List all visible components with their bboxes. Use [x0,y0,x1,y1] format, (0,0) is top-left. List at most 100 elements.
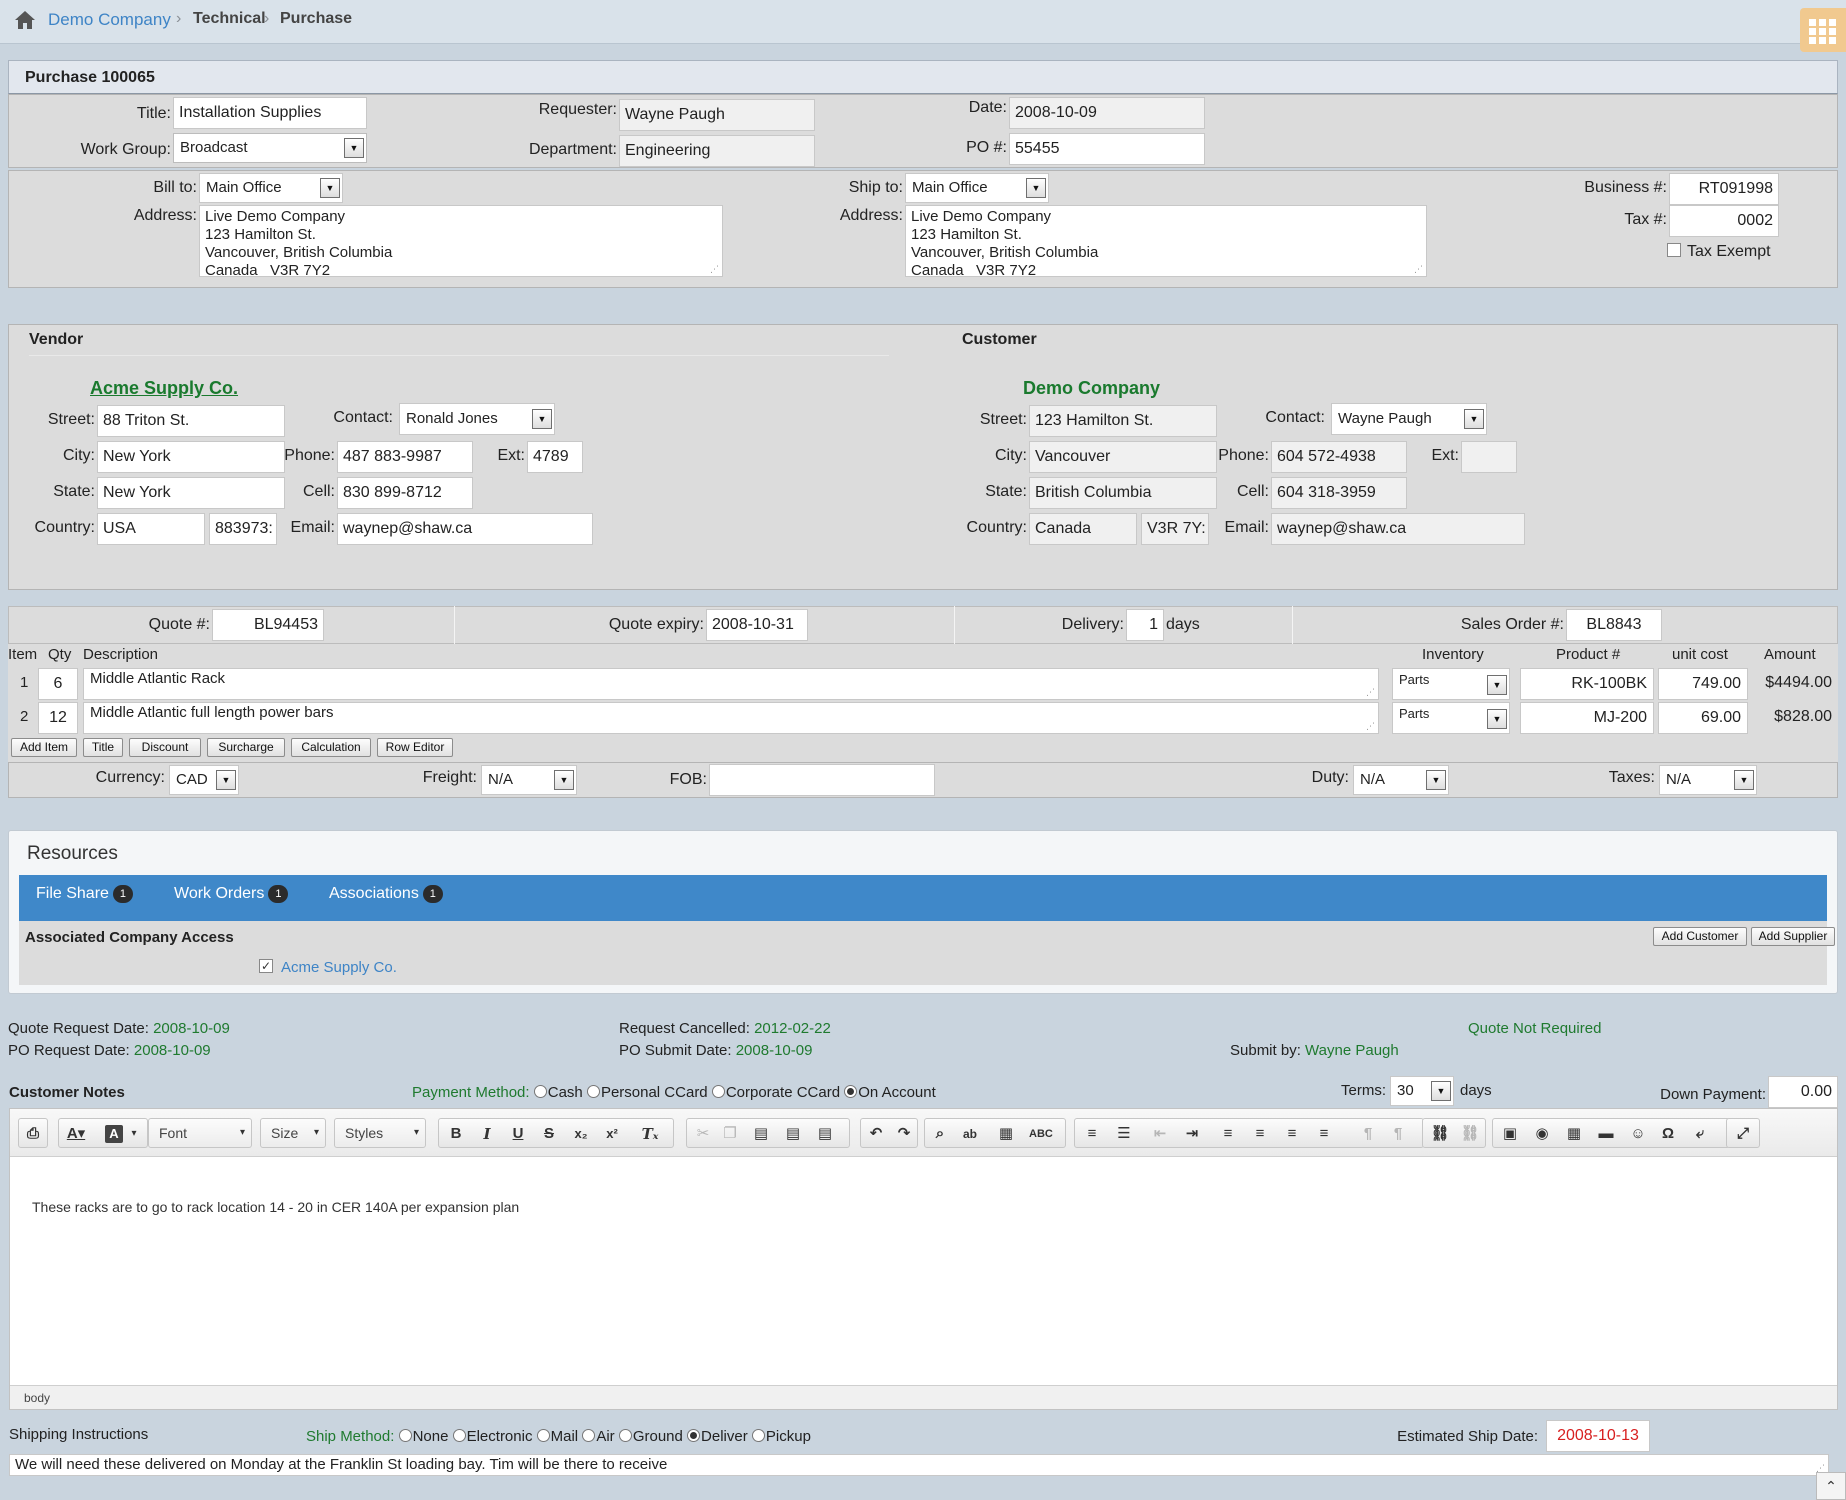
quote-number-input[interactable]: BL94453 [212,609,324,641]
ship-deliver-radio[interactable] [687,1429,701,1442]
table-row[interactable]: 1 6 Middle Atlantic Rack ⋰ Parts ▼ RK-10… [8,666,1838,700]
paste-icon[interactable]: ▤ [750,1123,772,1145]
customer-contact-select[interactable]: Wayne Paugh ▼ [1331,403,1487,435]
indent-icon[interactable]: ⇥ [1181,1123,1203,1145]
chevron-down-icon[interactable]: ▼ [1026,178,1046,198]
notes-body-text[interactable]: These racks are to go to rack location 1… [32,1199,519,1215]
chevron-down-icon[interactable]: ▼ [1734,770,1754,790]
paste-text-icon[interactable]: ▤ [782,1123,804,1145]
payment-personal-ccard-radio[interactable] [586,1085,600,1098]
payment-cash-radio[interactable] [533,1085,547,1098]
business-number-input[interactable]: RT091998 [1669,173,1779,205]
resize-grip-icon[interactable]: ⋰ [1366,687,1376,697]
tax-exempt-checkbox[interactable] [1667,243,1681,257]
chevron-down-icon[interactable]: ▼ [1464,409,1484,429]
add-item-button[interactable]: Add Item [11,738,77,757]
underline-icon[interactable]: U [507,1123,529,1145]
justify-icon[interactable]: ≡ [1313,1123,1335,1145]
apps-grid-button[interactable] [1800,8,1846,52]
description-textarea[interactable]: Middle Atlantic Rack ⋰ [83,668,1379,700]
date-field[interactable]: 2008-10-09 [1009,97,1205,129]
vendor-phone-input[interactable]: 487 883-9987 [337,441,473,473]
company-access-link[interactable]: Acme Supply Co. [281,959,397,976]
horizontal-rule-icon[interactable]: ▬ [1595,1123,1617,1145]
unit-cost-input[interactable]: 69.00 [1658,702,1748,734]
strikethrough-icon[interactable]: S [538,1123,560,1145]
workgroup-select[interactable]: Broadcast ▼ [173,133,367,163]
flash-icon[interactable]: ◉ [1531,1123,1553,1145]
spellcheck-icon[interactable]: ABC [1029,1123,1053,1145]
remove-format-icon[interactable]: Tₓ [639,1123,661,1145]
chevron-down-icon[interactable]: ▼ [532,409,552,429]
vendor-cell-input[interactable]: 830 899-8712 [337,477,473,509]
table-icon[interactable]: ▦ [1563,1123,1585,1145]
calculation-button[interactable]: Calculation [291,738,371,757]
bulleted-list-icon[interactable]: ☰ [1113,1123,1135,1145]
ship-none-radio[interactable] [398,1429,412,1442]
currency-select[interactable]: CAD ▼ [169,765,239,795]
tab-file-share[interactable]: File Share 1 [36,885,133,903]
vendor-street-input[interactable]: 88 Triton St. [97,405,285,437]
redo-icon[interactable]: ↷ [893,1123,915,1145]
cut-icon[interactable]: ✂ [692,1123,714,1145]
chevron-down-icon[interactable]: ▼ [344,138,364,158]
paste-word-icon[interactable]: ▤ [814,1123,836,1145]
home-icon[interactable] [14,10,36,30]
taxes-select[interactable]: N/A ▼ [1659,765,1757,795]
ship-mail-radio[interactable] [536,1429,550,1442]
unlink-icon[interactable]: ⛓ [1459,1123,1481,1145]
find-icon[interactable]: ⌕ [929,1123,951,1145]
image-icon[interactable]: ▣ [1499,1123,1521,1145]
vendor-postal-input[interactable]: 883973: [209,513,277,545]
vendor-contact-select[interactable]: Ronald Jones ▼ [399,403,555,435]
align-left-icon[interactable]: ≡ [1217,1123,1239,1145]
freight-select[interactable]: N/A ▼ [481,765,577,795]
qty-input[interactable]: 12 [38,702,78,734]
delivery-input[interactable]: 1 [1126,609,1164,641]
maximize-icon[interactable]: ⤢ [1732,1123,1754,1145]
duty-select[interactable]: N/A ▼ [1353,765,1449,795]
chevron-down-icon[interactable]: ▼ [1426,770,1446,790]
resize-grip-icon[interactable]: ⋰ [710,264,720,274]
surcharge-button[interactable]: Surcharge [207,738,285,757]
link-icon[interactable]: ⛓ [1429,1123,1451,1145]
vendor-city-input[interactable]: New York [97,441,285,473]
font-combo[interactable]: Font [148,1118,252,1148]
product-input[interactable]: RK-100BK [1520,668,1654,700]
numbered-list-icon[interactable]: ≡ [1081,1123,1103,1145]
discount-button[interactable]: Discount [129,738,201,757]
chevron-down-icon[interactable]: ▼ [216,770,236,790]
bold-icon[interactable]: B [445,1123,467,1145]
vendor-state-input[interactable]: New York [97,477,285,509]
bill-address-textarea[interactable]: Live Demo Company 123 Hamilton St. Vanco… [199,205,723,277]
inventory-select[interactable]: Parts ▼ [1392,668,1510,700]
product-input[interactable]: MJ-200 [1520,702,1654,734]
text-color-icon[interactable]: A▾ [65,1123,87,1145]
po-input[interactable]: 55455 [1009,133,1205,165]
ship-to-select[interactable]: Main Office ▼ [905,173,1049,203]
payment-on-account-radio[interactable] [844,1085,858,1098]
replace-icon[interactable]: ab [959,1123,981,1145]
superscript-icon[interactable]: x² [601,1123,623,1145]
company-access-checkbox[interactable]: ✓ [259,959,273,973]
down-payment-input[interactable]: 0.00 [1768,1076,1838,1108]
chevron-down-icon[interactable]: ▾ [123,1123,145,1145]
tab-work-orders[interactable]: Work Orders 1 [174,885,289,903]
table-row[interactable]: 2 12 Middle Atlantic full length power b… [8,700,1838,734]
resize-grip-icon[interactable]: ⋰ [1414,264,1424,274]
terms-select[interactable]: 30 ▼ [1390,1076,1454,1106]
quote-expiry-input[interactable]: 2008-10-31 [706,609,808,641]
chevron-down-icon[interactable]: ▼ [1487,709,1507,729]
ship-air-radio[interactable] [582,1429,596,1442]
smiley-icon[interactable]: ☺ [1627,1123,1649,1145]
vendor-name-link[interactable]: Acme Supply Co. [90,378,238,399]
fob-input[interactable] [709,764,935,796]
element-path[interactable]: body [24,1391,50,1405]
align-right-icon[interactable]: ≡ [1281,1123,1303,1145]
page-break-icon[interactable]: ⤶ [1689,1123,1711,1145]
scroll-top-button[interactable]: ⌃ [1816,1472,1846,1500]
bill-to-select[interactable]: Main Office ▼ [199,173,343,203]
resize-grip-icon[interactable]: ⋰ [1366,721,1376,731]
sales-order-input[interactable]: BL8843 [1566,609,1662,641]
tab-associations[interactable]: Associations 1 [329,885,443,903]
